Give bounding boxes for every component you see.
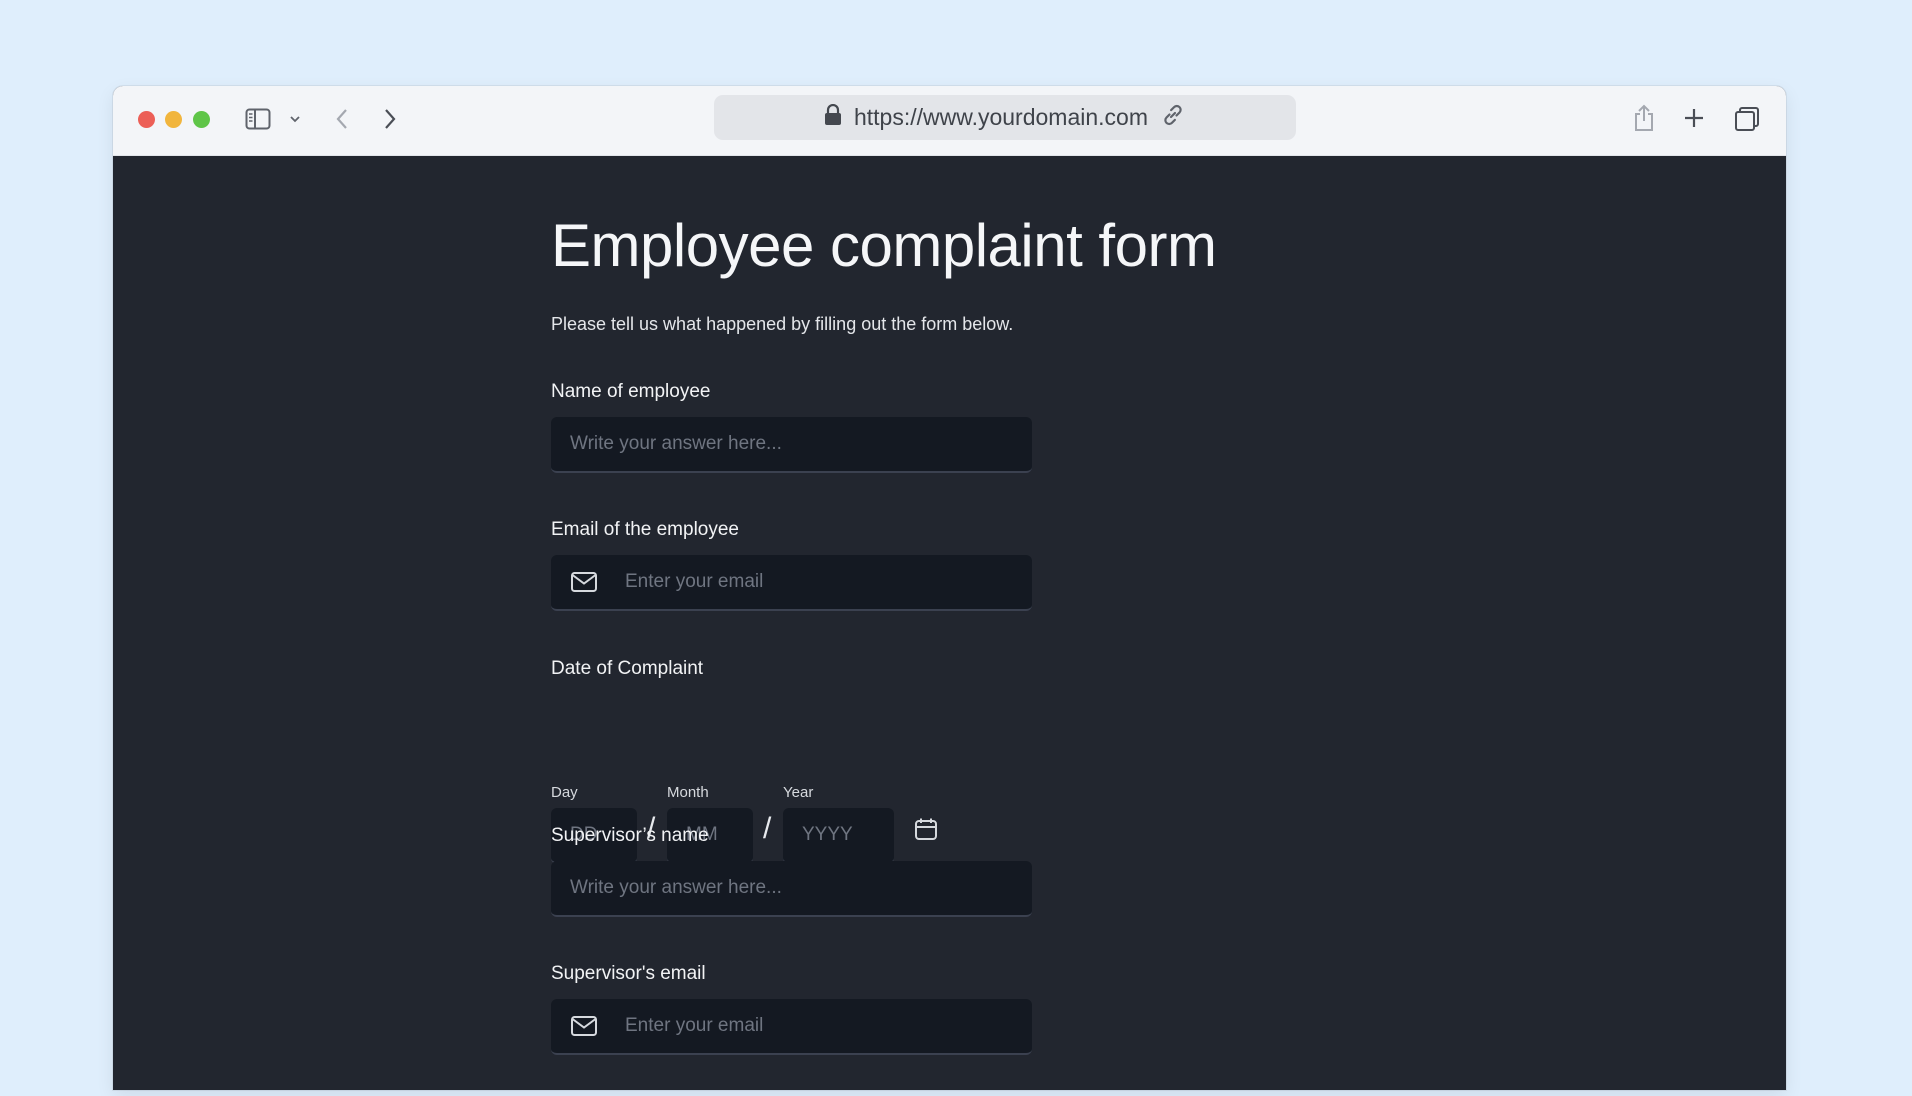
zoom-window-button[interactable]: [193, 111, 210, 128]
minimize-window-button[interactable]: [165, 111, 182, 128]
supervisor-email-label: Supervisor's email: [551, 963, 706, 984]
tabs-icon[interactable]: [1734, 106, 1760, 132]
page-content: Employee complaint form Please tell us w…: [113, 156, 1786, 1090]
month-label: Month: [667, 784, 709, 801]
employee-email-label: Email of the employee: [551, 519, 739, 540]
year-placeholder: YYYY: [802, 824, 853, 845]
day-label: Day: [551, 784, 578, 801]
calendar-icon[interactable]: [914, 817, 938, 846]
back-icon[interactable]: [335, 108, 349, 130]
url-text: https://www.yourdomain.com: [853, 104, 1148, 130]
employee-email-placeholder: Enter your email: [625, 571, 764, 592]
supervisor-name-input[interactable]: Write your answer here...: [551, 861, 1032, 917]
link-icon[interactable]: [1160, 102, 1186, 134]
supervisor-email-placeholder: Enter your email: [625, 1015, 764, 1036]
lock-icon: [824, 103, 842, 132]
forward-icon[interactable]: [383, 108, 397, 130]
browser-toolbar: https://www.yourdomain.com: [113, 86, 1786, 156]
employee-name-placeholder: Write your answer here...: [570, 433, 782, 454]
chevron-down-icon[interactable]: [289, 114, 301, 124]
browser-window: https://www.yourdomain.com Employee comp…: [113, 86, 1786, 1090]
date-separator: /: [763, 812, 772, 845]
employee-name-label: Name of employee: [551, 381, 711, 402]
supervisor-email-input[interactable]: Enter your email: [551, 999, 1032, 1055]
year-label: Year: [783, 784, 814, 801]
employee-email-input[interactable]: Enter your email: [551, 555, 1032, 611]
employee-name-input[interactable]: Write your answer here...: [551, 417, 1032, 473]
supervisor-name-placeholder: Write your answer here...: [570, 877, 782, 898]
address-bar[interactable]: https://www.yourdomain.com: [714, 95, 1296, 140]
envelope-icon: [570, 571, 600, 593]
envelope-icon: [570, 1015, 600, 1037]
supervisor-name-label: Supervisor’s name: [551, 825, 709, 846]
page-subtitle: Please tell us what happened by filling …: [551, 314, 1014, 334]
year-input[interactable]: YYYY: [783, 808, 894, 864]
share-icon[interactable]: [1633, 104, 1655, 132]
plus-icon[interactable]: [1683, 107, 1705, 129]
close-window-button[interactable]: [138, 111, 155, 128]
sidebar-icon[interactable]: [245, 108, 271, 130]
date-of-complaint-label: Date of Complaint: [551, 658, 704, 679]
page-title: Employee complaint form: [551, 212, 1217, 279]
